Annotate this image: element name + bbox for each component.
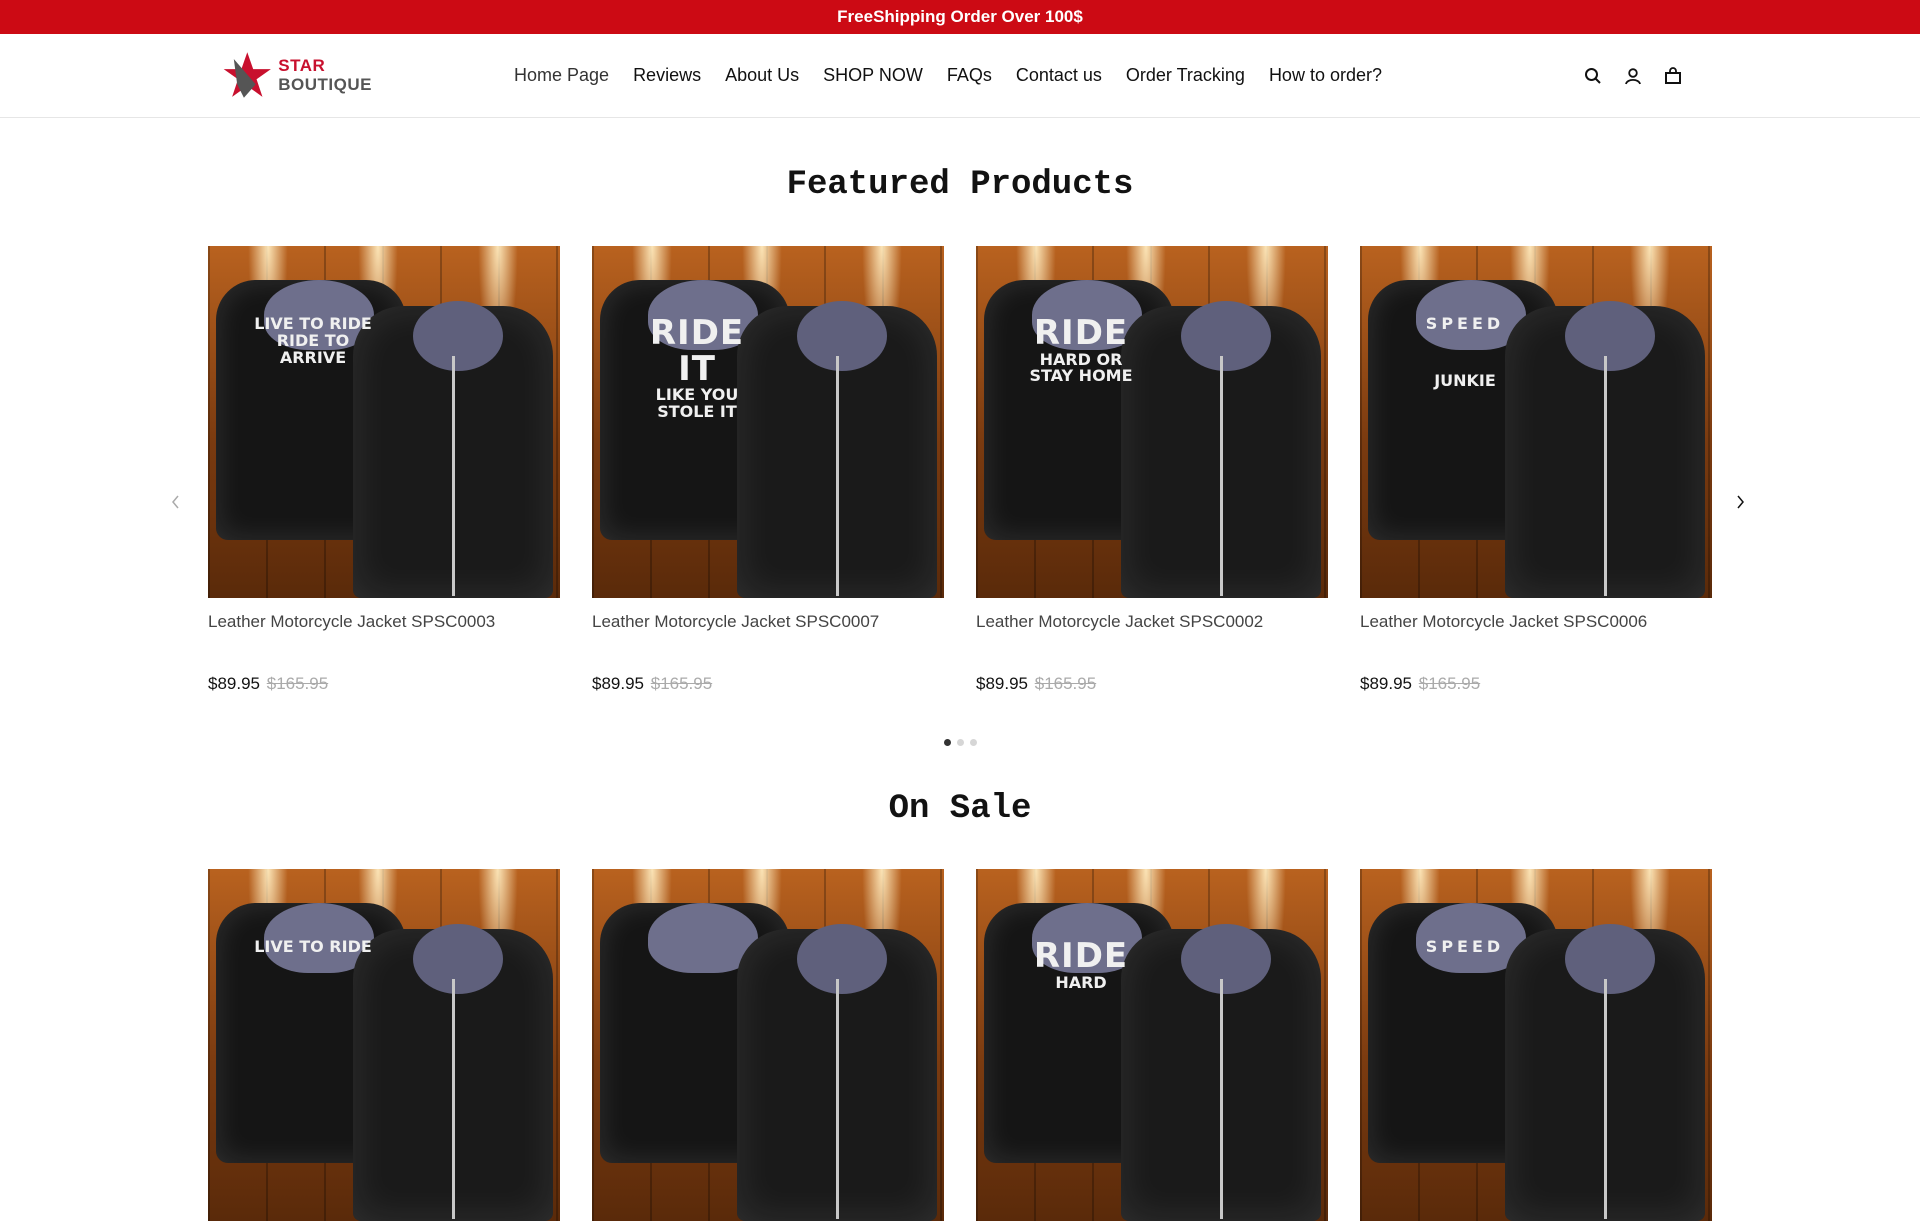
product-card[interactable]: SPEED JUNKIE Leather Motorcycle Jacket S… bbox=[1360, 246, 1712, 694]
product-image[interactable]: LIVE TO RIDE bbox=[208, 869, 560, 1221]
nav-home-page[interactable]: Home Page bbox=[502, 65, 621, 86]
carousel-pagination bbox=[0, 739, 1920, 746]
product-image[interactable]: RIDE HARD OR STAY HOME bbox=[976, 246, 1328, 598]
print-line-1: RIDE bbox=[1033, 313, 1129, 353]
product-image[interactable]: RIDE IT LIKE YOU STOLE IT bbox=[592, 246, 944, 598]
nav-order-tracking[interactable]: Order Tracking bbox=[1114, 65, 1257, 86]
on-sale-grid: LIVE TO RIDE RIDE HARD SPEED bbox=[208, 869, 1712, 1221]
carousel-next-button[interactable] bbox=[1728, 490, 1752, 514]
star-logo-icon bbox=[223, 52, 271, 98]
product-card[interactable]: RIDE HARD OR STAY HOME Leather Motorcycl… bbox=[976, 246, 1328, 694]
product-title[interactable]: Leather Motorcycle Jacket SPSC0003 bbox=[208, 612, 560, 652]
account-icon[interactable] bbox=[1623, 66, 1643, 86]
product-title[interactable]: Leather Motorcycle Jacket SPSC0007 bbox=[592, 612, 944, 652]
pagination-dot[interactable] bbox=[956, 739, 964, 746]
product-card[interactable]: RIDE HARD bbox=[976, 869, 1328, 1221]
product-price: $89.95 $165.95 bbox=[976, 674, 1328, 694]
sale-price: $89.95 bbox=[592, 674, 644, 693]
product-image[interactable] bbox=[592, 869, 944, 1221]
search-icon[interactable] bbox=[1583, 66, 1603, 86]
carousel-prev-button[interactable] bbox=[164, 490, 188, 514]
jacket-print: SPEED JUNKIE bbox=[1400, 314, 1530, 390]
logo-line-1: STAR bbox=[278, 56, 326, 75]
product-card[interactable]: LIVE TO RIDE RIDE TO ARRIVE Leather Moto… bbox=[208, 246, 560, 694]
original-price: $165.95 bbox=[1418, 674, 1481, 693]
product-image[interactable]: RIDE HARD bbox=[976, 869, 1328, 1221]
sale-price: $89.95 bbox=[1360, 674, 1412, 693]
product-card[interactable]: LIVE TO RIDE bbox=[208, 869, 560, 1221]
print-line-2: LIKE YOU STOLE IT bbox=[655, 385, 739, 422]
sale-price: $89.95 bbox=[208, 674, 260, 693]
product-image[interactable]: SPEED JUNKIE bbox=[1360, 246, 1712, 598]
product-card[interactable] bbox=[592, 869, 944, 1221]
original-price: $165.95 bbox=[1034, 674, 1097, 693]
chevron-left-icon bbox=[172, 495, 179, 509]
cart-icon[interactable] bbox=[1663, 66, 1683, 86]
product-price: $89.95 $165.95 bbox=[1360, 674, 1712, 694]
print-line-1: RIDE IT bbox=[649, 313, 745, 389]
product-card[interactable]: RIDE IT LIKE YOU STOLE IT Leather Motorc… bbox=[592, 246, 944, 694]
sale-price: $89.95 bbox=[976, 674, 1028, 693]
product-image[interactable]: SPEED bbox=[1360, 869, 1712, 1221]
site-header: STAR BOUTIQUE Home Page Reviews About Us… bbox=[0, 34, 1920, 118]
print-line-1: SPEED bbox=[1425, 314, 1505, 333]
announcement-bar: FreeShipping Order Over 100$ bbox=[0, 0, 1920, 34]
print-line-2: RIDE TO ARRIVE bbox=[276, 330, 350, 367]
store-logo[interactable]: STAR BOUTIQUE bbox=[222, 44, 372, 106]
main-nav: Home Page Reviews About Us SHOP NOW FAQs… bbox=[502, 34, 1394, 117]
original-price: $165.95 bbox=[650, 674, 713, 693]
pagination-dot[interactable] bbox=[943, 739, 951, 746]
product-price: $89.95 $165.95 bbox=[208, 674, 560, 694]
nav-shop-now[interactable]: SHOP NOW bbox=[811, 65, 935, 86]
product-image[interactable]: LIVE TO RIDE RIDE TO ARRIVE bbox=[208, 246, 560, 598]
featured-products-title: Featured Products bbox=[786, 166, 1134, 204]
print-line-1: RIDE bbox=[1033, 936, 1129, 976]
announcement-text: FreeShipping Order Over 100$ bbox=[837, 7, 1083, 26]
jacket-print: RIDE IT LIKE YOU STOLE IT bbox=[632, 313, 762, 422]
jacket-print: LIVE TO RIDE bbox=[248, 937, 378, 956]
print-line-1: LIVE TO RIDE bbox=[254, 937, 372, 956]
product-title[interactable]: Leather Motorcycle Jacket SPSC0002 bbox=[976, 612, 1328, 652]
jacket-print: RIDE HARD OR STAY HOME bbox=[1016, 313, 1146, 386]
logo-line-2: BOUTIQUE bbox=[278, 75, 372, 94]
pagination-dot[interactable] bbox=[969, 739, 977, 746]
nav-reviews[interactable]: Reviews bbox=[621, 65, 713, 86]
header-actions bbox=[1583, 34, 1683, 117]
nav-faqs[interactable]: FAQs bbox=[935, 65, 1004, 86]
jacket-print: SPEED bbox=[1400, 937, 1530, 956]
chevron-right-icon bbox=[1737, 495, 1744, 509]
logo-wordmark: STAR BOUTIQUE bbox=[278, 56, 372, 94]
nav-about-us[interactable]: About Us bbox=[713, 65, 811, 86]
print-line-2: HARD OR STAY HOME bbox=[1029, 349, 1133, 386]
product-price: $89.95 $165.95 bbox=[592, 674, 944, 694]
jacket-print: RIDE HARD bbox=[1016, 936, 1146, 992]
print-line-2: JUNKIE bbox=[1434, 370, 1496, 390]
print-line-2: HARD bbox=[1055, 972, 1107, 992]
nav-contact-us[interactable]: Contact us bbox=[1004, 65, 1114, 86]
original-price: $165.95 bbox=[266, 674, 329, 693]
product-card[interactable]: SPEED bbox=[1360, 869, 1712, 1221]
print-line-1: SPEED bbox=[1425, 937, 1505, 956]
featured-products-grid: LIVE TO RIDE RIDE TO ARRIVE Leather Moto… bbox=[208, 246, 1712, 694]
jacket-print: LIVE TO RIDE RIDE TO ARRIVE bbox=[248, 315, 378, 367]
on-sale-title: On Sale bbox=[888, 790, 1032, 828]
product-title[interactable]: Leather Motorcycle Jacket SPSC0006 bbox=[1360, 612, 1712, 652]
nav-how-to-order[interactable]: How to order? bbox=[1257, 65, 1394, 86]
